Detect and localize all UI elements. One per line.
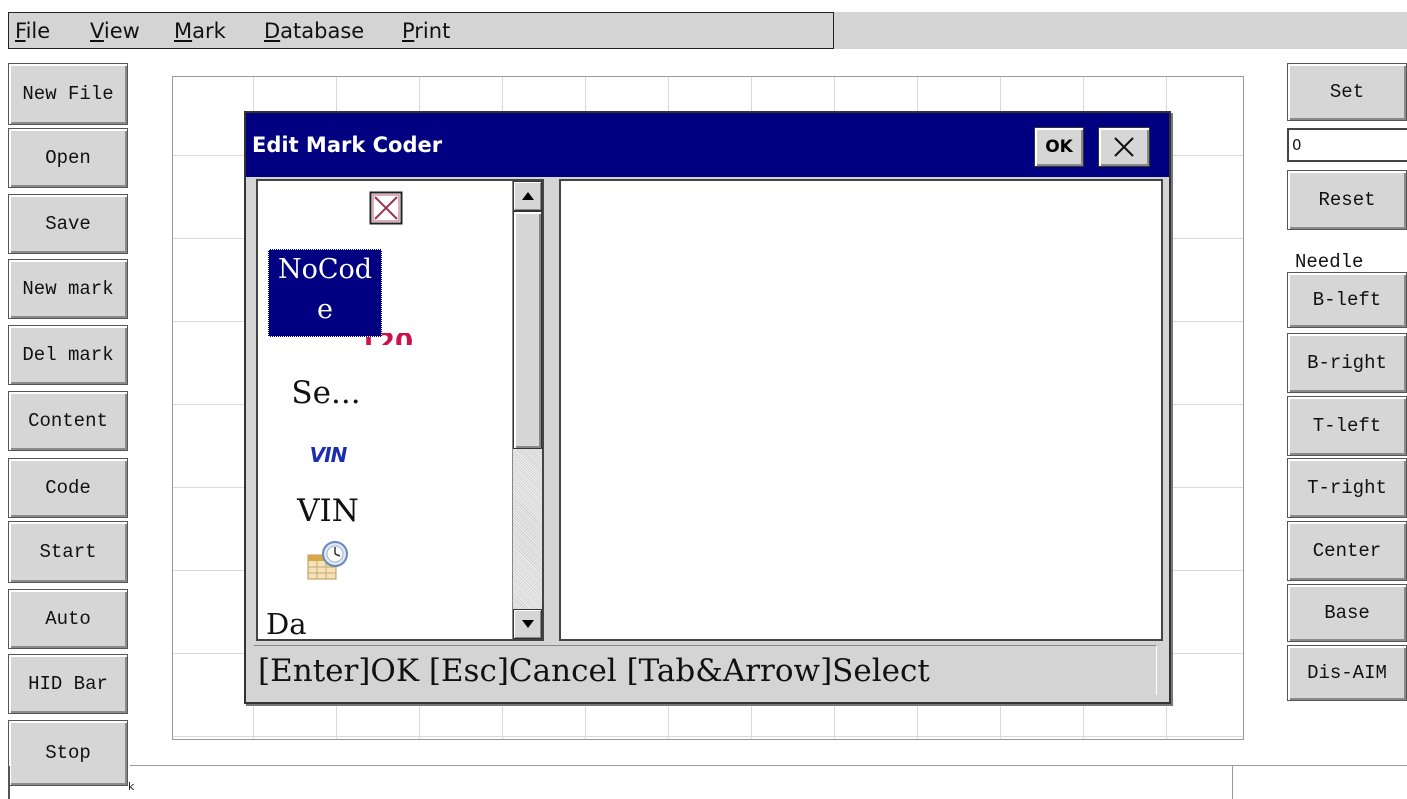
menu-mark[interactable]: Mark	[174, 19, 226, 43]
base-button[interactable]: Base	[1287, 584, 1407, 642]
t-left-button[interactable]: T-left	[1287, 396, 1407, 456]
vin-icon: VIN	[309, 443, 348, 467]
list-item-vin[interactable]: VIN	[258, 493, 456, 529]
open-button[interactable]: Open	[8, 128, 128, 188]
arrow-up-icon	[521, 192, 534, 200]
content-button[interactable]: Content	[8, 391, 128, 451]
save-button[interactable]: Save	[8, 194, 128, 254]
coder-type-list[interactable]: 120 NoCod e Se... VIN VIN	[256, 179, 544, 641]
dialog-help-text: [Enter]OK [Esc]Cancel [Tab&Arrow]Select	[254, 645, 1157, 695]
new-mark-button[interactable]: New mark	[8, 259, 128, 319]
hid-bar-button[interactable]: HID Bar	[8, 654, 128, 714]
list-item-nocode-selected[interactable]: NoCod e	[268, 249, 382, 337]
value-field[interactable]: 0	[1287, 128, 1407, 162]
center-button[interactable]: Center	[1287, 521, 1407, 581]
list-scrollbar[interactable]	[512, 181, 542, 639]
stop-button[interactable]: Stop	[8, 720, 128, 786]
close-icon	[1114, 137, 1134, 157]
scroll-up-button[interactable]	[513, 181, 542, 211]
dialog-title: Edit Mark Coder	[252, 133, 443, 157]
menu-bar-empty	[834, 12, 1407, 49]
list-item-serial[interactable]: Se...	[258, 375, 454, 411]
t-right-button[interactable]: T-right	[1287, 458, 1407, 518]
status-bar-separator	[1232, 765, 1233, 799]
auto-button[interactable]: Auto	[8, 589, 128, 649]
menu-database[interactable]: Database	[264, 19, 364, 43]
status-text: k	[128, 780, 135, 793]
menu-file[interactable]: File	[15, 19, 50, 43]
b-right-button[interactable]: B-right	[1287, 333, 1407, 393]
needle-label: Needle	[1295, 251, 1364, 273]
code-button[interactable]: Code	[8, 458, 128, 518]
reset-button[interactable]: Reset	[1287, 170, 1407, 230]
list-item-date[interactable]: Da	[266, 607, 307, 639]
calendar-clock-icon	[307, 541, 348, 580]
dialog-title-bar[interactable]: Edit Mark Coder OK	[246, 113, 1169, 177]
arrow-down-icon	[521, 620, 534, 628]
new-file-button[interactable]: New File	[8, 63, 128, 125]
set-button[interactable]: Set	[1287, 63, 1407, 121]
del-mark-button[interactable]: Del mark	[8, 325, 128, 385]
start-button[interactable]: Start	[8, 521, 128, 583]
status-left-edge	[8, 766, 10, 799]
coder-settings-pane[interactable]	[559, 179, 1163, 641]
scroll-down-button[interactable]	[513, 609, 542, 639]
nocode-icon	[369, 191, 403, 225]
scroll-thumb[interactable]	[513, 211, 542, 449]
dis-aim-button[interactable]: Dis-AIM	[1287, 645, 1407, 701]
dialog-ok-button[interactable]: OK	[1034, 127, 1084, 167]
top-strip	[0, 0, 1407, 12]
menu-print[interactable]: Print	[402, 19, 450, 43]
dialog-close-button[interactable]	[1098, 127, 1150, 167]
menu-view[interactable]: View	[90, 19, 140, 43]
list-item-date-icon[interactable]	[258, 539, 456, 588]
edit-mark-coder-dialog: Edit Mark Coder OK 120 NoCod e Se...	[244, 111, 1171, 704]
b-left-button[interactable]: B-left	[1287, 272, 1407, 328]
status-bar-divider	[130, 765, 1407, 766]
list-item-nocode-icon[interactable]	[258, 191, 514, 230]
menu-bar: File View Mark Database Print	[8, 12, 834, 49]
